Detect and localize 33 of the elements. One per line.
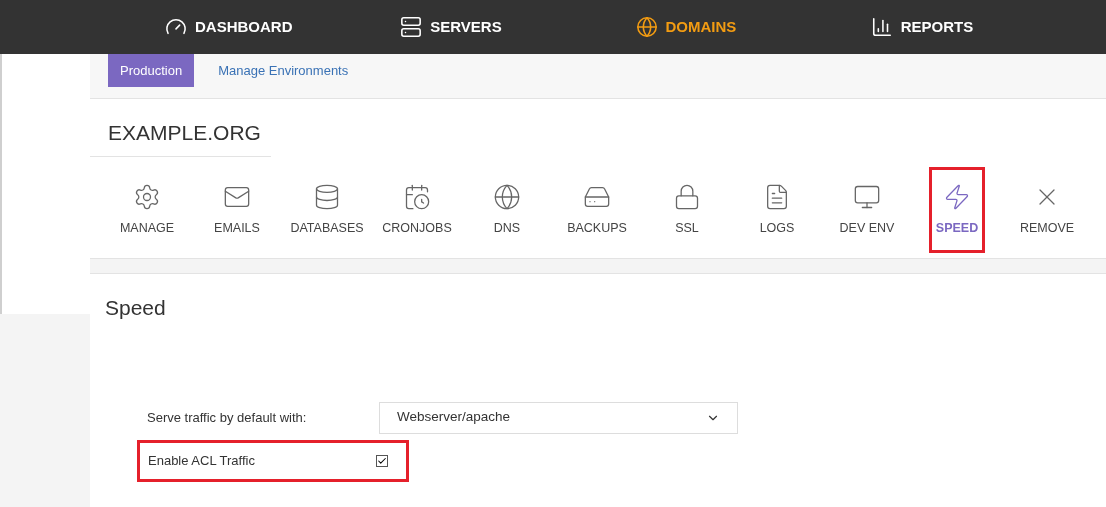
tool-button[interactable]: DEV ENV (822, 167, 912, 253)
select-field[interactable]: Webserver/apache (379, 401, 738, 434)
server-icon (400, 16, 423, 38)
environment-tab[interactable]: Manage Environments (206, 54, 361, 87)
nav-link[interactable]: DASHBOARD (165, 15, 401, 39)
tool-button[interactable]: SSL (642, 167, 732, 253)
tool-button[interactable]: MANAGE (102, 167, 192, 253)
tool-button[interactable]: REMOVE (1002, 167, 1092, 253)
nav-link[interactable]: SERVERS (400, 15, 636, 39)
section-title: Speed (105, 295, 167, 321)
nav-link[interactable]: DOMAINS (635, 15, 871, 39)
globe-icon (635, 16, 658, 38)
database-icon (313, 182, 341, 211)
tool-button[interactable]: DNS (462, 167, 552, 253)
tool-button[interactable]: SPEED (929, 167, 985, 253)
field-label: Serve traffic by default with: (147, 408, 308, 427)
lightning-icon (943, 182, 971, 211)
domain-title: EXAMPLE.ORG (90, 99, 271, 157)
environment-tab[interactable]: Production (108, 54, 195, 87)
bar-chart-icon (870, 16, 893, 38)
tool-button[interactable]: EMAILS (192, 167, 282, 253)
tool-button[interactable]: CRONJOBS (372, 167, 462, 253)
check-icon (377, 455, 387, 466)
lock-icon (673, 182, 701, 211)
gear-icon (133, 182, 161, 211)
checkbox[interactable] (376, 454, 388, 467)
checkbox-label: Enable ACL Traffic (148, 451, 255, 470)
globe-icon (493, 182, 521, 211)
tool-button[interactable]: DATABASES (282, 167, 372, 253)
tool-button[interactable]: LOGS (732, 167, 822, 253)
calendar-clock-icon (403, 182, 431, 211)
tool-button[interactable]: BACKUPS (552, 167, 642, 253)
nav-link[interactable]: REPORTS (870, 15, 1106, 39)
